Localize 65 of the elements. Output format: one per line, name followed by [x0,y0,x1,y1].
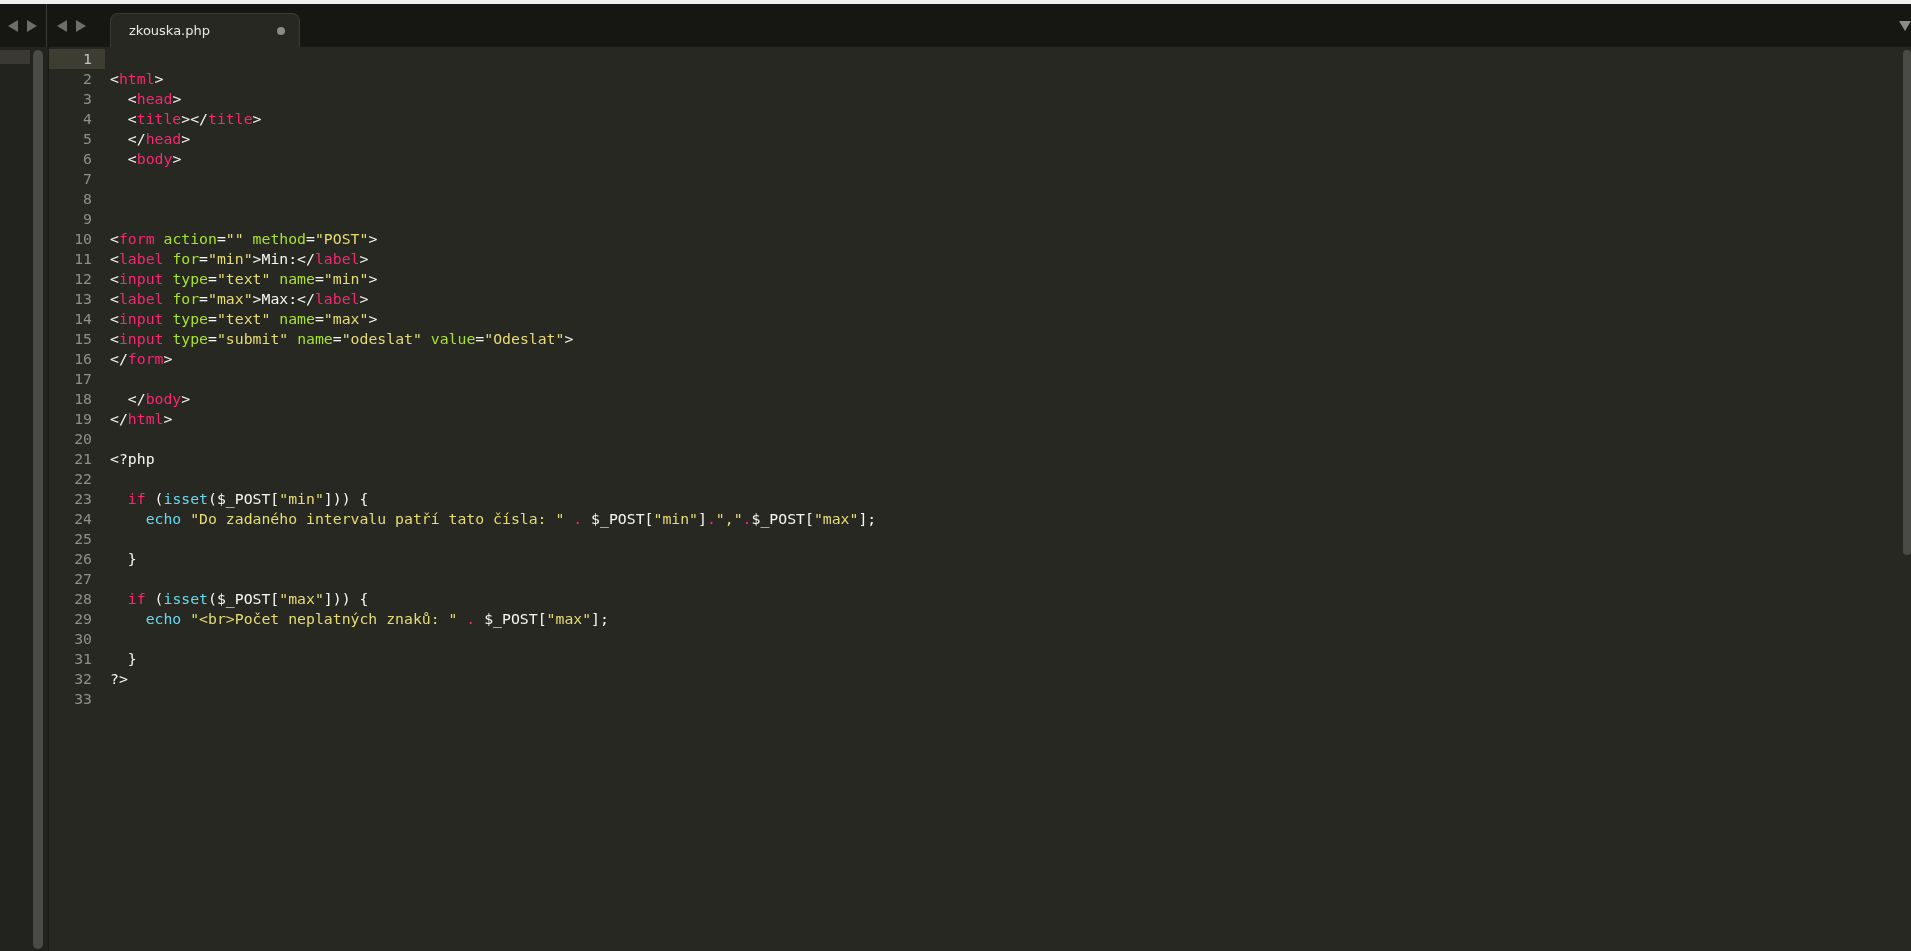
code-line: echo "<br>Počet neplatných znaků: " . $_POST["max"]; [144,610,609,627]
scrollbar[interactable] [33,50,43,949]
line-number: 19 [74,410,92,427]
code-line: if (isset($_POST["max"])) { [126,590,369,607]
line-number: 31 [74,650,92,667]
line-number: 8 [83,190,92,207]
line-number: 20 [74,430,92,447]
line-number: 4 [83,110,92,127]
code-line: </body> [126,390,191,407]
line-number: 15 [74,330,92,347]
code-line: } [126,550,137,567]
dropdown-triangle-icon[interactable] [1899,20,1911,31]
line-number: 10 [74,230,92,247]
code-line: } [126,650,137,667]
code-line: ?> [110,670,128,687]
line-number: 9 [83,210,92,227]
forward-arrow-icon[interactable] [27,19,37,32]
line-number: 25 [74,530,92,547]
line-number: 29 [74,610,92,627]
file-tab[interactable]: zkouska.php [110,13,300,47]
line-number: 17 [74,370,92,387]
code-line: </html> [110,410,173,427]
tab-title: zkouska.php [129,23,211,38]
line-number: 16 [74,350,92,367]
current-line-highlight [0,50,30,64]
back-arrow-icon[interactable] [8,19,18,32]
code-line: </form> [110,350,173,367]
line-number: 32 [74,670,92,687]
line-number: 33 [74,690,92,707]
code-line: <head> [126,90,182,107]
line-number: 22 [74,470,92,487]
code-line: <label for="min">Min:</label> [110,250,369,267]
line-number: 24 [74,510,92,527]
code-line: if (isset($_POST["min"])) { [126,490,369,507]
line-number: 13 [74,290,92,307]
line-number: 18 [74,390,92,407]
line-number: 30 [74,630,92,647]
line-number: 1 [83,50,92,67]
code-line: <input type="submit" name="odeslat" value="Odeslat"> [110,330,574,347]
back-arrow-icon[interactable] [57,19,67,32]
line-number: 2 [83,70,92,87]
line-number: 7 [83,170,92,187]
line-number: 21 [74,450,92,467]
line-number: 23 [74,490,92,507]
line-number: 28 [74,590,92,607]
code-line: <form action="" method="POST"> [110,230,378,247]
code-line: <html> [110,70,164,87]
scrollbar[interactable] [1903,50,1911,555]
line-number: 6 [83,150,92,167]
line-number: 12 [74,270,92,287]
code-line: <input type="text" name="min"> [110,270,378,287]
code-line: <input type="text" name="max"> [110,310,378,327]
code-line: <?php [110,450,155,467]
line-number: 5 [83,130,92,147]
code-line: </head> [126,130,191,147]
code-line: echo "Do zadaného intervalu patří tato čísla: " . $_POST["min"].",".$_POST["max"]; [144,510,877,527]
line-number: 3 [83,90,92,107]
line-number: 27 [74,570,92,587]
code-line: <label for="max">Max:</label> [110,290,369,307]
line-number: 11 [74,250,92,267]
forward-arrow-icon[interactable] [76,19,86,32]
code-line: <title></title> [126,110,262,127]
code-line: <body> [126,150,182,167]
line-number: 14 [74,310,92,327]
line-number: 26 [74,550,92,567]
